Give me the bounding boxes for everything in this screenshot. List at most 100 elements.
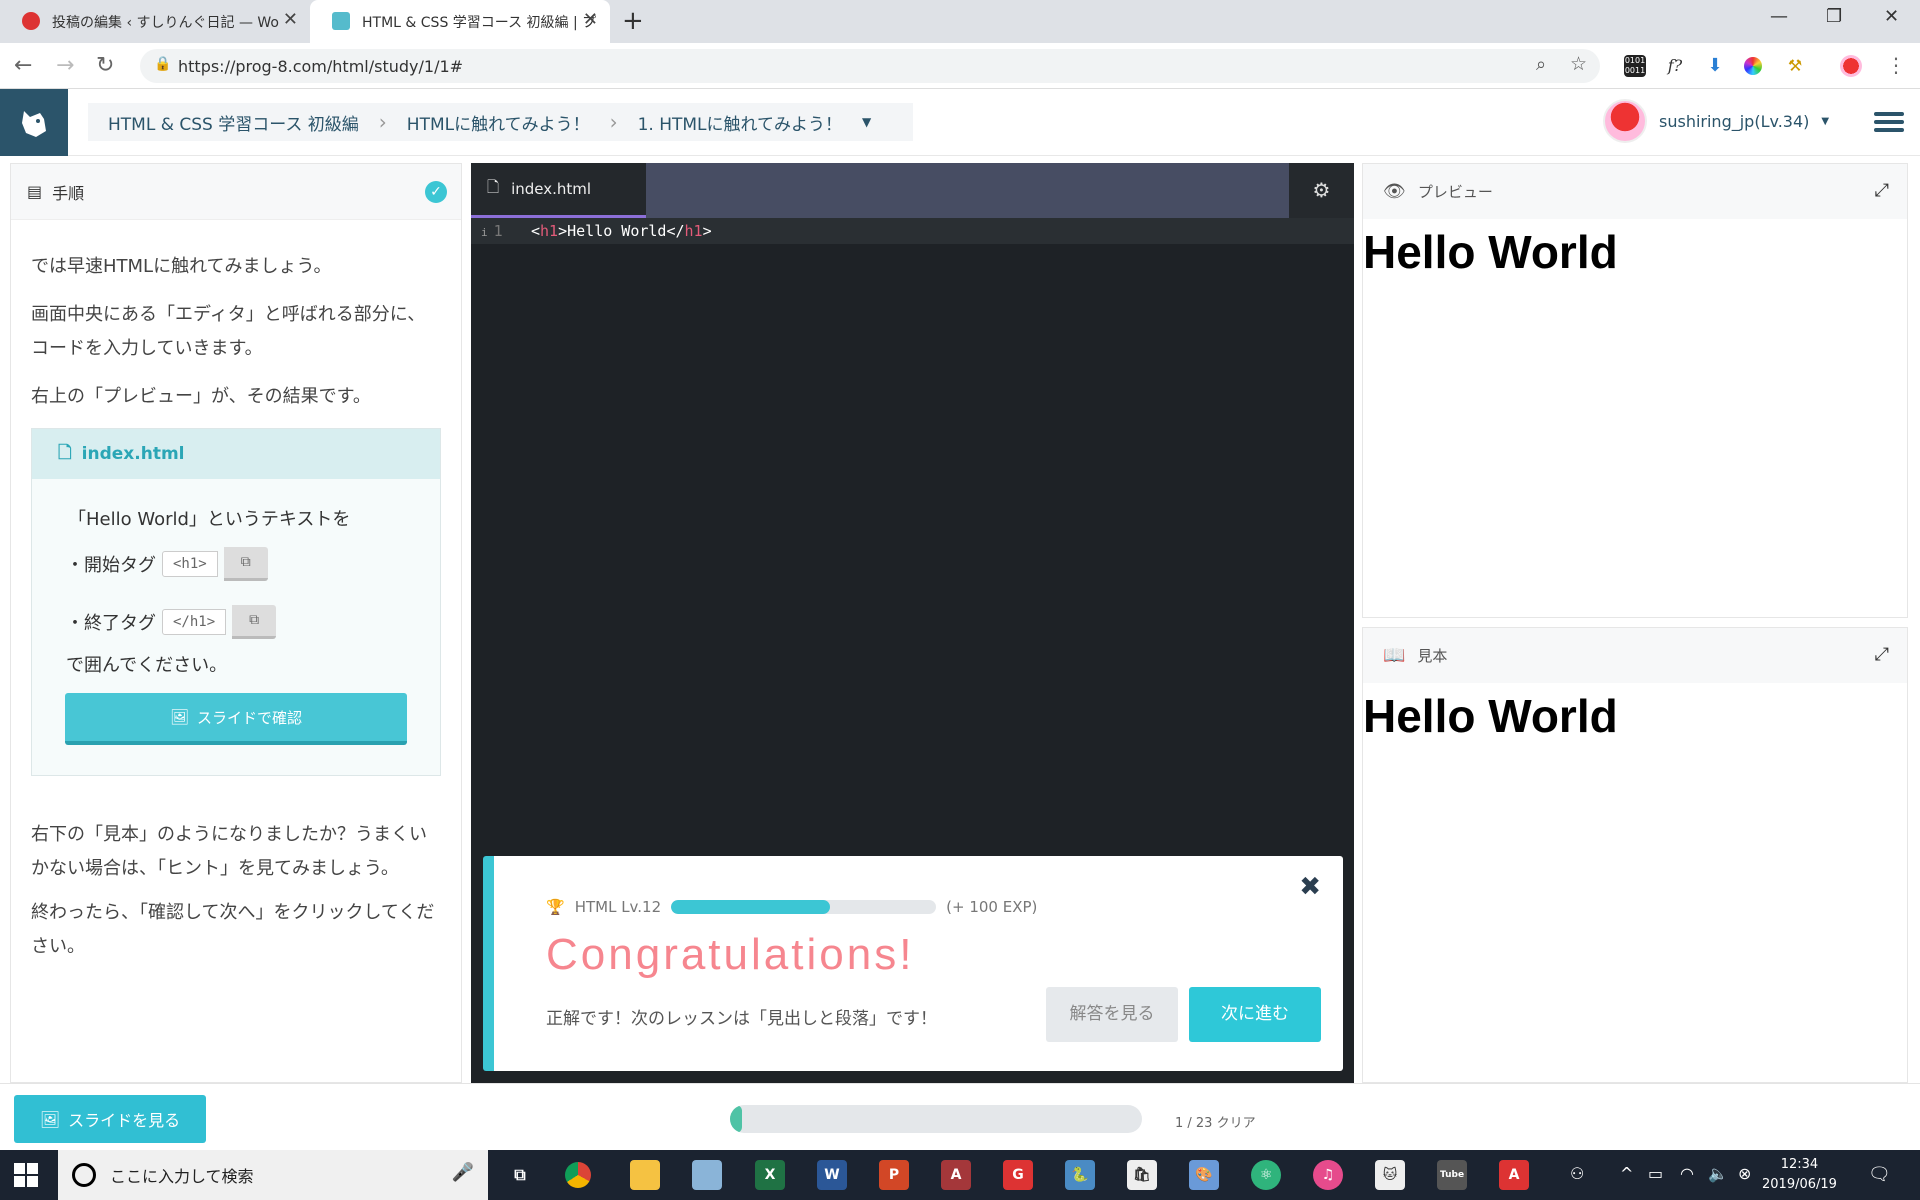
tray-chevron-icon[interactable]: ^: [1620, 1164, 1633, 1183]
app-header: HTML & CSS 学習コース 初級編 › HTMLに触れてみよう！ › 1.…: [0, 89, 1920, 156]
windows-taskbar: ここに入力して検索 🎤 ⧉ X W P A G 🐍 🛍 🎨 ⚛ ♫ 🐱 Tube…: [0, 1150, 1920, 1200]
font-extension-icon[interactable]: f?: [1664, 55, 1686, 77]
new-tab-button[interactable]: +: [622, 6, 644, 36]
forward-icon[interactable]: →: [56, 53, 74, 78]
image-icon: 🖼: [39, 1109, 61, 1129]
book-icon: ▤: [27, 182, 43, 201]
itunes-icon[interactable]: ♫: [1313, 1160, 1343, 1190]
taskbar-clock[interactable]: 12:34 2019/06/19: [1762, 1155, 1837, 1195]
cat-app-icon[interactable]: 🐱: [1375, 1160, 1405, 1190]
task-box-header: 🗋 index.html: [32, 429, 440, 479]
taskbar-search[interactable]: ここに入力して検索 🎤: [58, 1150, 488, 1200]
browser-tab[interactable]: 投稿の編集 ‹ すしりんぐ日記 — Wo ✕: [0, 0, 310, 43]
instructions-header: ▤ 手順 ✓: [11, 164, 461, 220]
sample-panel: 📖 見本 ⤢ Hello World: [1362, 627, 1908, 1083]
next-lesson-button[interactable]: 次に進む: [1189, 987, 1321, 1042]
tab-label: 投稿の編集 ‹ すしりんぐ日記 — Wo: [52, 14, 279, 31]
access-icon[interactable]: A: [941, 1160, 971, 1190]
atom-icon[interactable]: ⚛: [1251, 1160, 1281, 1190]
open-book-icon: 📖: [1383, 645, 1406, 666]
level-progress: 🏆 HTML Lv.12 (+ 100 EXP): [546, 898, 1037, 916]
user-menu[interactable]: sushiring_jp(Lv.34) ▼: [1603, 99, 1829, 143]
wifi-icon[interactable]: ◠: [1680, 1164, 1694, 1183]
start-tag-code: <h1>: [162, 551, 218, 577]
reload-icon[interactable]: ↻: [96, 53, 114, 78]
breadcrumb-lesson[interactable]: 1. HTMLに触れてみよう！: [638, 110, 842, 135]
instruction-text: では早速HTMLに触れてみましょう。: [31, 256, 332, 277]
word-icon[interactable]: W: [817, 1160, 847, 1190]
gear-icon[interactable]: ⚙: [1289, 163, 1354, 218]
close-icon[interactable]: ✖: [1299, 872, 1321, 902]
download-extension-icon[interactable]: ⬇: [1704, 55, 1726, 77]
back-icon[interactable]: ←: [14, 53, 32, 78]
favicon-icon: [332, 12, 350, 30]
tab-index-html[interactable]: 🗋 index.html: [471, 163, 646, 218]
trophy-icon: 🏆: [546, 898, 565, 916]
search-placeholder: ここに入力して検索: [110, 1167, 254, 1186]
binary-extension-icon[interactable]: 0101 0011: [1624, 55, 1646, 77]
expand-icon[interactable]: ⤢: [1875, 180, 1889, 201]
python-icon[interactable]: 🐍: [1065, 1160, 1095, 1190]
mytube-icon[interactable]: Tube: [1437, 1160, 1467, 1190]
view-answer-button[interactable]: 解答を見る: [1046, 987, 1178, 1042]
sample-header: 📖 見本 ⤢: [1363, 628, 1907, 683]
battery-icon[interactable]: ▭: [1648, 1164, 1663, 1183]
lesson-progress-bar: [730, 1105, 1142, 1133]
bookmark-star-icon[interactable]: ☆: [1570, 53, 1587, 75]
notepad-icon[interactable]: [692, 1160, 722, 1190]
address-bar[interactable]: 🔒 https://prog-8.com/html/study/1/1# ⌕ ☆: [140, 49, 1600, 83]
start-tag-label: ・開始タグ: [66, 555, 156, 576]
minimize-button[interactable]: —: [1770, 6, 1788, 27]
copy-end-tag-button[interactable]: ⧉: [232, 605, 277, 639]
lock-icon: 🔒: [154, 56, 172, 72]
windows-start-icon[interactable]: [14, 1163, 38, 1187]
profile-avatar-icon[interactable]: [1840, 55, 1862, 77]
people-icon[interactable]: ⚇: [1570, 1164, 1584, 1183]
paint-icon[interactable]: 🎨: [1189, 1160, 1219, 1190]
url-text[interactable]: https://prog-8.com/html/study/1/1#: [178, 57, 463, 76]
chevron-right-icon: ›: [609, 110, 618, 134]
slide-confirm-button[interactable]: 🖼 スライドで確認: [65, 693, 407, 745]
copy-icon: ⧉: [240, 554, 251, 570]
copy-start-tag-button[interactable]: ⧉: [223, 547, 268, 581]
color-extension-icon[interactable]: [1744, 57, 1762, 75]
close-tab-icon[interactable]: ✕: [583, 9, 598, 30]
hamburger-menu-icon[interactable]: [1874, 108, 1904, 138]
dropdown-caret-icon[interactable]: ▼: [862, 115, 871, 129]
code-line[interactable]: i 1 <h1>Hello World</h1>: [471, 218, 1354, 244]
preview-panel: 👁 プレビュー ⤢ Hello World: [1362, 163, 1908, 618]
microphone-icon[interactable]: 🎤: [452, 1162, 474, 1183]
breadcrumb-chapter[interactable]: HTMLに触れてみよう！: [407, 110, 590, 135]
file-icon: 🗋: [58, 442, 72, 463]
favicon-icon: [22, 12, 40, 30]
logo-icon[interactable]: [0, 89, 68, 156]
file-explorer-icon[interactable]: [630, 1160, 660, 1190]
expand-icon[interactable]: ⤢: [1875, 644, 1889, 665]
powerpoint-icon[interactable]: P: [879, 1160, 909, 1190]
notification-icon[interactable]: 🗨: [1868, 1164, 1891, 1185]
task-view-icon[interactable]: ⧉: [505, 1160, 535, 1190]
app-g-icon[interactable]: G: [1003, 1160, 1033, 1190]
view-slides-button[interactable]: 🖼 スライドを見る: [14, 1095, 206, 1143]
file-icon: 🗋: [487, 177, 500, 196]
browser-tab-active[interactable]: HTML & CSS 学習コース 初級編 | プ ✕: [310, 0, 610, 43]
level-label: HTML Lv.12: [574, 898, 662, 916]
instruction-text: 画面中央にある「エディタ」と呼ばれる部分に、コードを入力していきます。: [31, 304, 426, 359]
excel-icon[interactable]: X: [755, 1160, 785, 1190]
chrome-icon[interactable]: [565, 1162, 591, 1188]
zoom-icon[interactable]: ⌕: [1536, 54, 1546, 75]
store-icon[interactable]: 🛍: [1127, 1160, 1157, 1190]
hammer-extension-icon[interactable]: ⚒: [1784, 55, 1806, 77]
clock-time: 12:34: [1780, 1157, 1819, 1172]
restore-button[interactable]: ❐: [1826, 6, 1842, 27]
congrats-message: 正解です！次のレッスンは「見出しと段落」です！: [546, 1009, 937, 1029]
breadcrumb-course[interactable]: HTML & CSS 学習コース 初級編: [108, 110, 359, 135]
close-window-button[interactable]: ✕: [1884, 6, 1899, 27]
exp-bar-fill: [671, 900, 831, 914]
acrobat-icon[interactable]: A: [1499, 1160, 1529, 1190]
browser-menu-icon[interactable]: ⋮: [1886, 53, 1906, 77]
ime-icon[interactable]: ⊗: [1738, 1164, 1751, 1183]
close-tab-icon[interactable]: ✕: [283, 9, 298, 30]
volume-icon[interactable]: 🔈: [1708, 1164, 1728, 1183]
eye-icon: 👁: [1383, 181, 1406, 202]
